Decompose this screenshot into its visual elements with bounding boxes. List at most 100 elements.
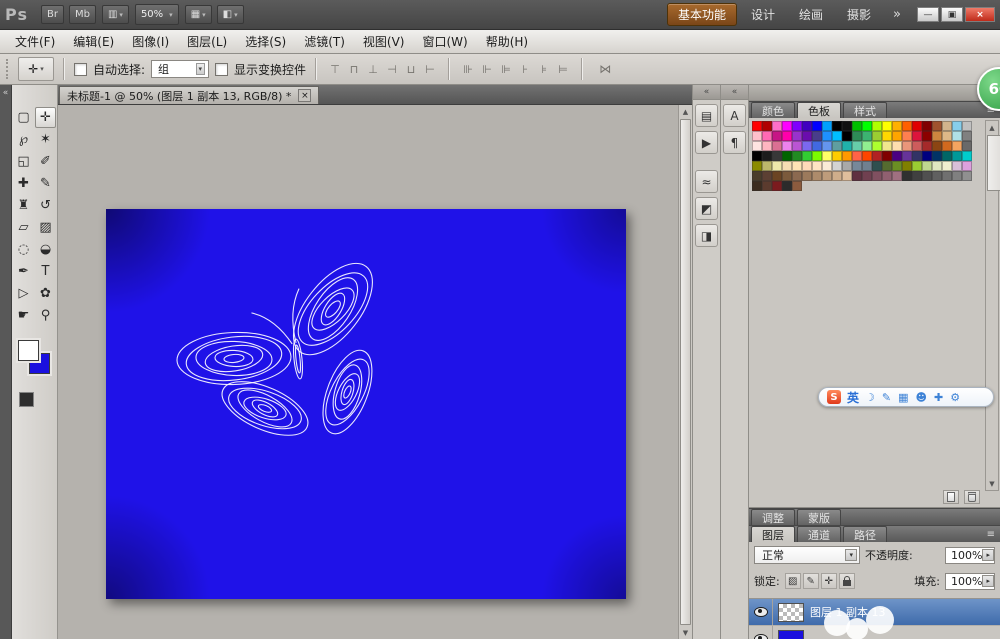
workspace-tab-essentials[interactable]: 基本功能 xyxy=(667,3,737,26)
swatch[interactable] xyxy=(902,121,912,131)
swatch[interactable] xyxy=(852,131,862,141)
swatch[interactable] xyxy=(782,151,792,161)
swatch[interactable] xyxy=(812,161,822,171)
tool-brush[interactable]: ✎ xyxy=(35,173,56,194)
screen-mode-icon[interactable]: ◧▾ xyxy=(217,5,244,24)
tool-eyedropper[interactable]: ✐ xyxy=(35,151,56,172)
swatch[interactable] xyxy=(752,121,762,131)
swatch[interactable] xyxy=(772,181,782,191)
scrollbar-track[interactable] xyxy=(986,192,998,477)
swatch[interactable] xyxy=(762,121,772,131)
swatch[interactable] xyxy=(812,151,822,161)
swatch[interactable] xyxy=(842,151,852,161)
swatch[interactable] xyxy=(942,171,952,181)
swatch[interactable] xyxy=(922,131,932,141)
align-top-edges-icon[interactable]: ⊤ xyxy=(326,60,344,78)
layer-thumbnail[interactable] xyxy=(778,630,804,640)
swatch[interactable] xyxy=(852,121,862,131)
swatch[interactable] xyxy=(912,141,922,151)
swatch[interactable] xyxy=(962,141,972,151)
tool-zoom[interactable]: ⚲ xyxy=(35,305,56,326)
menu-filter[interactable]: 滤镜(T) xyxy=(295,30,354,53)
swatch[interactable] xyxy=(932,151,942,161)
swatch[interactable] xyxy=(822,171,832,181)
lock-position-icon[interactable]: ✛ xyxy=(821,573,837,589)
panel-menu-icon[interactable]: ≡ xyxy=(987,529,995,540)
swatch[interactable] xyxy=(872,151,882,161)
distribute-top-edges-icon[interactable]: ⊪ xyxy=(459,60,477,78)
swatch[interactable] xyxy=(942,131,952,141)
swatch[interactable] xyxy=(952,131,962,141)
swatch[interactable] xyxy=(782,141,792,151)
actions-panel-icon[interactable]: ▶ xyxy=(695,131,718,154)
close-button[interactable]: × xyxy=(965,7,995,22)
menu-view[interactable]: 视图(V) xyxy=(354,30,414,53)
dock-collapse-button[interactable]: « xyxy=(721,85,748,100)
swatch[interactable] xyxy=(922,151,932,161)
swatch[interactable] xyxy=(962,151,972,161)
swatch[interactable] xyxy=(762,171,772,181)
swatch[interactable] xyxy=(852,171,862,181)
menu-window[interactable]: 窗口(W) xyxy=(413,30,476,53)
swatch[interactable] xyxy=(952,171,962,181)
swatch[interactable] xyxy=(872,171,882,181)
swatch[interactable] xyxy=(962,171,972,181)
tool-preset-button[interactable]: ✛ ▾ xyxy=(18,57,54,81)
tool-path-selection[interactable]: ▷ xyxy=(13,283,34,304)
swatch[interactable] xyxy=(772,161,782,171)
swatch[interactable] xyxy=(932,161,942,171)
panel-tab-adjustments[interactable]: 调整 xyxy=(751,509,795,525)
restore-button[interactable]: ▣ xyxy=(941,7,963,22)
close-document-icon[interactable]: × xyxy=(298,89,311,102)
panel-tab-channels[interactable]: 通道 xyxy=(797,526,841,542)
swatch[interactable] xyxy=(892,171,902,181)
swatch[interactable] xyxy=(862,151,872,161)
canvas[interactable] xyxy=(106,209,626,599)
swatch[interactable] xyxy=(812,121,822,131)
lock-image-pixels-icon[interactable]: ✎ xyxy=(803,573,819,589)
info-panel-icon[interactable]: ◨ xyxy=(695,224,718,247)
moon-icon[interactable]: ☽ xyxy=(865,391,875,404)
swatch[interactable] xyxy=(902,141,912,151)
menu-image[interactable]: 图像(I) xyxy=(123,30,178,53)
swatch[interactable] xyxy=(902,161,912,171)
tool-lasso[interactable]: ℘ xyxy=(13,129,34,150)
scroll-down-icon[interactable]: ▼ xyxy=(679,626,692,639)
swatch[interactable] xyxy=(922,141,932,151)
align-right-edges-icon[interactable]: ⊢ xyxy=(421,60,439,78)
swatch[interactable] xyxy=(752,131,762,141)
panel-tab-layers[interactable]: 图层 xyxy=(751,526,795,542)
swatch[interactable] xyxy=(882,171,892,181)
tool-type[interactable]: T xyxy=(35,261,56,282)
visibility-toggle[interactable] xyxy=(749,626,773,639)
swatch[interactable] xyxy=(862,141,872,151)
handwriting-icon[interactable]: ✎ xyxy=(882,391,891,404)
swatch[interactable] xyxy=(902,131,912,141)
swatch[interactable] xyxy=(792,151,802,161)
swatch[interactable] xyxy=(752,151,762,161)
panel-tab-masks[interactable]: 蒙版 xyxy=(797,509,841,525)
scroll-down-icon[interactable]: ▼ xyxy=(986,477,998,490)
swatch[interactable] xyxy=(962,161,972,171)
titlebar-button-mini-bridge[interactable]: Mb xyxy=(69,5,96,24)
tool-rectangular-marquee[interactable]: ▢ xyxy=(13,107,34,128)
swatch[interactable] xyxy=(952,161,962,171)
swatch[interactable] xyxy=(762,131,772,141)
swatch[interactable] xyxy=(752,171,762,181)
ime-logo[interactable]: S xyxy=(827,390,841,404)
swatch[interactable] xyxy=(772,151,782,161)
swatch[interactable] xyxy=(912,171,922,181)
ime-language-mode[interactable]: 英 xyxy=(847,389,859,406)
histogram-panel-icon[interactable]: ▤ xyxy=(695,104,718,127)
swatch[interactable] xyxy=(832,121,842,131)
swatch[interactable] xyxy=(832,141,842,151)
swatch[interactable] xyxy=(802,131,812,141)
tool-blur[interactable]: ◌ xyxy=(13,239,34,260)
swatch[interactable] xyxy=(862,131,872,141)
swatch[interactable] xyxy=(802,121,812,131)
swatch[interactable] xyxy=(752,181,762,191)
swatch[interactable] xyxy=(772,131,782,141)
blend-mode-select[interactable]: 正常 ▾ xyxy=(754,546,860,564)
panel-tab-swatches[interactable]: 色板 xyxy=(797,102,841,118)
swatch[interactable] xyxy=(872,121,882,131)
